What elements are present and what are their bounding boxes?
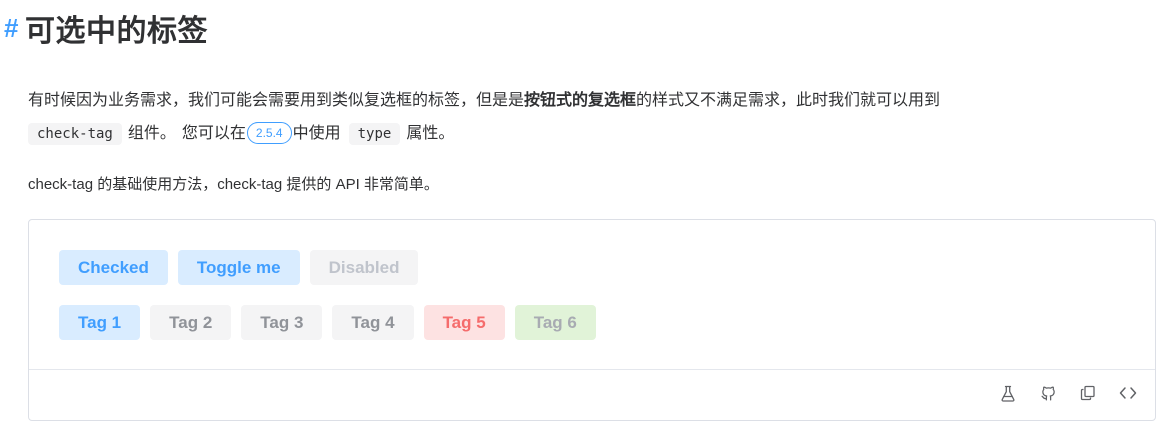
version-badge: 2.5.4 [246,122,292,144]
heading-anchor-link[interactable]: # [4,13,19,44]
intro-text-5: 中使用 [292,125,341,142]
demo-preview: Checked Toggle me Disabled Tag 1 Tag 2 T… [29,220,1155,372]
description-text: check-tag 的基础使用方法，check-tag 提供的 API 非常简单… [28,176,439,193]
intro-line-2: check-tag 组件。 您可以在 2.5.4 中使用 type 属性。 [28,117,1158,150]
check-tag-4[interactable]: Tag 4 [332,305,414,340]
code-check-tag: check-tag [28,123,122,145]
intro-text-3: 组件。 [127,125,176,142]
demo-block: Checked Toggle me Disabled Tag 1 Tag 2 T… [28,219,1156,421]
heading-title: 可选中的标签 [24,15,208,48]
code-type: type [348,123,401,145]
intro-line-1: 有时候因为业务需求，我们可能会需要用到类似复选框的标签，但是是按钮式的复选框的样… [28,84,1158,117]
copy-icon[interactable] [1079,384,1097,402]
intro-text-4: 您可以在 [181,125,246,142]
check-tag-6[interactable]: Tag 6 [514,305,596,340]
tag-row-basic: Checked Toggle me Disabled [59,250,419,285]
intro-paragraph: 有时候因为业务需求，我们可能会需要用到类似复选框的标签，但是是按钮式的复选框的样… [28,84,1158,150]
check-tag-disabled: Disabled [309,250,419,285]
check-tag-3[interactable]: Tag 3 [241,305,323,340]
tag-row-types: Tag 1 Tag 2 Tag 3 Tag 4 Tag 5 Tag 6 [59,305,596,340]
check-tag-checked[interactable]: Checked [59,250,168,285]
intro-text-1: 有时候因为业务需求，我们可能会需要用到类似复选框的标签，但是是 [28,92,525,109]
playground-icon[interactable] [999,384,1017,402]
intro-bold-text: 按钮式的复选框 [524,92,637,109]
intro-text-6: 属性。 [406,125,455,142]
github-icon[interactable] [1039,384,1057,402]
section-heading: # 可选中的标签 [4,6,208,50]
check-tag-5[interactable]: Tag 5 [423,305,505,340]
check-tag-1[interactable]: Tag 1 [59,305,141,340]
code-icon[interactable] [1119,384,1137,402]
intro-text-2: 的样式又不满足需求，此时我们就可以用到 [636,92,941,109]
check-tag-toggle-me[interactable]: Toggle me [177,250,300,285]
demo-actions [999,384,1137,402]
demo-footer [29,369,1155,420]
check-tag-2[interactable]: Tag 2 [150,305,232,340]
